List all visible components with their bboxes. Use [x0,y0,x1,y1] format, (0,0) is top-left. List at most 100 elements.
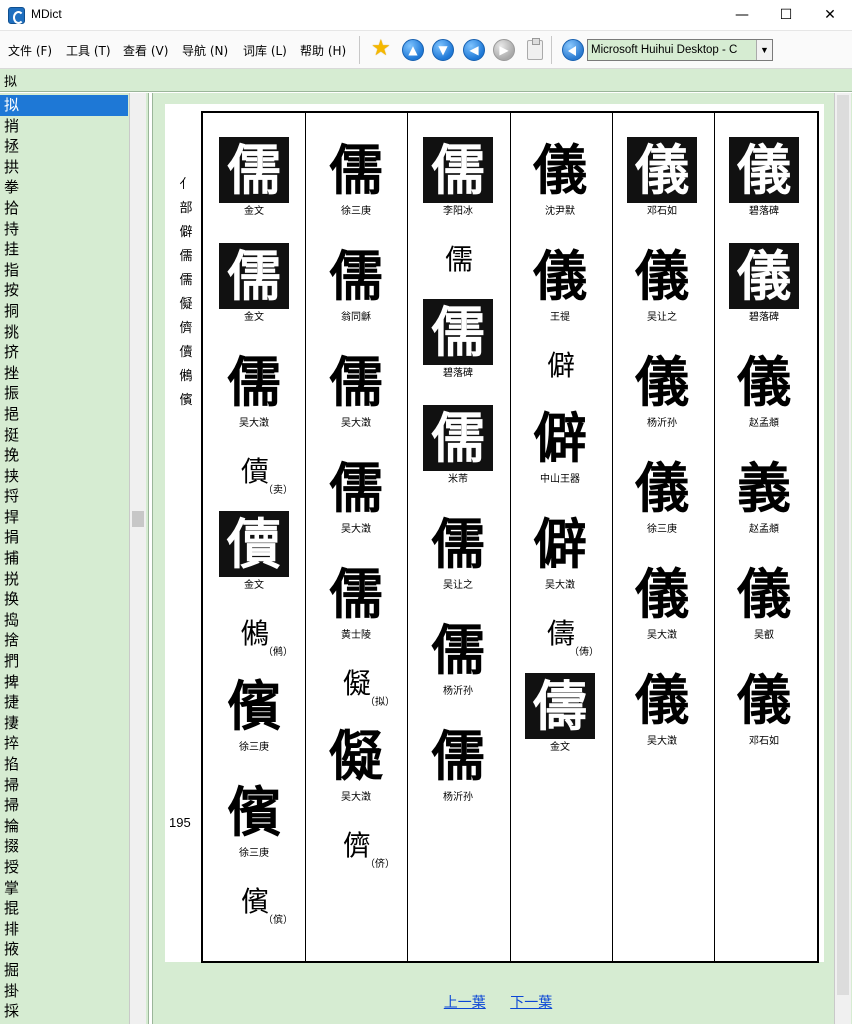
word-list-item[interactable]: 排 [0,919,128,940]
word-list-item[interactable]: 持 [0,219,128,240]
glyph-caption: 杨沂孙 [443,792,473,803]
glyph-caption: 赵孟頫 [749,524,779,535]
word-list-item[interactable]: 掄 [0,816,128,837]
word-list-item[interactable]: 拳 [0,177,128,198]
variant-char: 儥（卖） [215,455,295,496]
glyph-char: 儒 [431,512,485,576]
word-list-item[interactable]: 拟 [0,95,128,116]
word-list-item[interactable]: 捽 [0,733,128,754]
glyph-caption: 赵孟頫 [749,418,779,429]
search-input[interactable] [4,71,844,89]
glyph-caption: 吴让之 [647,312,677,323]
dictionary-select-value: Microsoft Huihui Desktop - C [591,44,738,56]
word-list-item[interactable]: 捍 [0,507,128,528]
glyph-caption: 吴大澂 [545,580,575,591]
glyph-caption: 王禔 [550,312,570,323]
word-list-item[interactable]: 授 [0,857,128,878]
dictionary-select[interactable]: Microsoft Huihui Desktop - C ▼ [587,39,773,61]
word-list-item[interactable]: 挫 [0,363,128,384]
menu-help[interactable]: 帮助 (H) [300,42,346,59]
word-list-item[interactable]: 捣 [0,610,128,631]
variant-char: 儗（拟） [317,667,397,708]
word-list-item[interactable]: 捕 [0,548,128,569]
word-list-item[interactable]: 按 [0,280,128,301]
content-scroll-thumb[interactable] [837,95,849,995]
side-label-char: 鵂 [179,369,193,384]
menu-view[interactable]: 查看 (V) [123,42,168,59]
glyph-char: 儐 [227,780,281,844]
glyph-char: 儒 [329,562,383,626]
word-list-item[interactable]: 捷 [0,692,128,713]
word-list-item[interactable]: 拯 [0,136,128,157]
sidebar-scrollbar[interactable] [129,93,146,1024]
next-page-link[interactable]: 下一葉 [510,995,552,1011]
maximize-button[interactable]: ☐ [764,0,808,31]
column-divider [305,113,306,961]
word-list-item[interactable]: 拾 [0,198,128,219]
speaker-icon[interactable] [562,39,584,61]
word-list-item[interactable]: 掃 [0,795,128,816]
word-list-item[interactable]: 捝 [0,569,128,590]
glyph-cell: 儀碧落碑 [729,137,799,219]
glyph-caption: 徐三庚 [239,742,269,753]
word-list-item[interactable]: 拱 [0,157,128,178]
sidebar-scroll-thumb[interactable] [132,511,144,527]
word-list-item[interactable]: 振 [0,383,128,404]
word-list-item[interactable]: 指 [0,260,128,281]
arrow-down-icon[interactable]: ▼ [432,39,454,61]
variant-glyph: 僻 [546,349,575,382]
word-list-item[interactable]: 掘 [0,960,128,981]
word-list-item[interactable]: 挤 [0,342,128,363]
word-list-item[interactable]: 换 [0,589,128,610]
glyph-char: 儀 [635,244,689,308]
glyph-cell: 儒杨沂孙 [423,617,493,699]
word-list-item[interactable]: 掛 [0,981,128,1002]
word-list-item[interactable]: 挹 [0,404,128,425]
word-list-item[interactable]: 挂 [0,239,128,260]
word-list-item[interactable]: 挟 [0,466,128,487]
word-list-item[interactable]: 捭 [0,672,128,693]
column-divider [510,113,511,961]
word-list-item[interactable]: 捫 [0,651,128,672]
word-list-item[interactable]: 掍 [0,898,128,919]
side-label-char: 部 [179,201,193,216]
word-list-item[interactable]: 挏 [0,301,128,322]
word-list: 拟捎拯拱拳拾持挂指按挏挑挤挫振挹挺挽挟捋捍捐捕捝换捣捨捫捭捷捿捽掐掃掃掄掇授掌掍… [0,95,128,1022]
word-list-item[interactable]: 捎 [0,116,128,137]
word-list-item[interactable]: 掇 [0,836,128,857]
word-list-item[interactable]: 掃 [0,775,128,796]
menu-library[interactable]: 词库 (L) [243,42,287,59]
menu-tools[interactable]: 工具 (T) [66,42,111,59]
chevron-down-icon[interactable]: ▼ [756,40,772,60]
close-button[interactable]: ✕ [808,0,852,31]
variant-char: 儔（俦） [521,617,601,658]
glyph-cell: 儒吴大澂 [219,349,289,431]
word-list-item[interactable]: 掐 [0,754,128,775]
arrow-left-icon[interactable]: ◀ [463,39,485,61]
glyph-caption: 吴大澂 [647,630,677,641]
column-divider [612,113,613,961]
word-list-item[interactable]: 挽 [0,445,128,466]
word-list-item[interactable]: 掖 [0,939,128,960]
word-list-item[interactable]: 挺 [0,425,128,446]
menu-file[interactable]: 文件 (F) [8,42,52,59]
glyph-caption: 金文 [550,742,570,753]
star-icon[interactable]: ★ [371,37,391,61]
word-list-item[interactable]: 挑 [0,322,128,343]
word-list-item[interactable]: 捐 [0,527,128,548]
prev-page-link[interactable]: 上一葉 [444,995,486,1011]
word-list-panel: 拟捎拯拱拳拾持挂指按挏挑挤挫振挹挺挽挟捋捍捐捕捝换捣捨捫捭捷捿捽掐掃掃掄掇授掌掍… [0,93,149,1024]
minimize-button[interactable]: — [720,0,764,31]
word-list-item[interactable]: 捨 [0,630,128,651]
word-list-item[interactable]: 採 [0,1001,128,1022]
content-scrollbar[interactable] [834,93,851,1024]
arrow-right-icon[interactable]: ▶ [493,39,515,61]
arrow-up-icon[interactable]: ▲ [402,39,424,61]
glyph-caption: 翁同龢 [341,312,371,323]
word-list-item[interactable]: 捋 [0,486,128,507]
clipboard-icon[interactable] [527,38,543,60]
word-list-item[interactable]: 捿 [0,713,128,734]
menu-navigate[interactable]: 导航 (N) [182,42,228,59]
toolbar-separator [359,36,360,64]
word-list-item[interactable]: 掌 [0,878,128,899]
